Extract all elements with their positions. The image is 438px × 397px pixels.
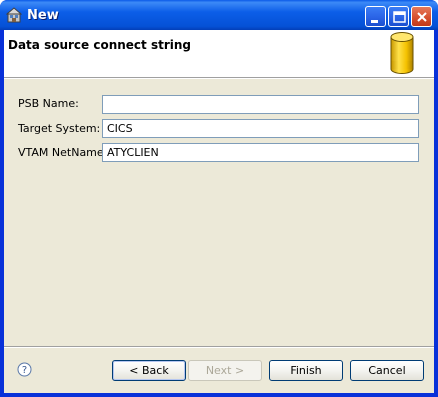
vtam-netname-label: VTAM NetName: [18, 146, 108, 159]
window-title: New [27, 8, 59, 23]
target-system-label: Target System: [18, 122, 101, 135]
wizard-window: New Data source connect string PSB Name:… [0, 0, 438, 397]
psb-name-label: PSB Name: [18, 97, 79, 110]
target-system-field[interactable]: CICS [102, 119, 419, 138]
maximize-icon [393, 11, 406, 23]
vtam-netname-field[interactable]: ATYCLIEN [102, 143, 419, 162]
dialog-client-area: Data source connect string PSB Name: Tar… [4, 30, 434, 393]
cancel-button[interactable]: Cancel [350, 360, 424, 381]
close-icon [417, 12, 427, 22]
page-title: Data source connect string [8, 38, 191, 52]
close-button[interactable] [411, 6, 432, 27]
psb-name-field[interactable] [102, 95, 419, 114]
back-button[interactable]: < Back [112, 360, 186, 381]
svg-text:?: ? [22, 365, 27, 376]
help-icon[interactable]: ? [17, 362, 32, 377]
finish-button[interactable]: Finish [269, 360, 343, 381]
minimize-icon [371, 20, 378, 23]
title-bar[interactable]: New [0, 0, 438, 30]
wizard-app-icon [5, 7, 23, 23]
minimize-button[interactable] [365, 6, 386, 27]
database-cylinder-icon [390, 31, 414, 75]
maximize-button[interactable] [388, 6, 409, 27]
next-button[interactable]: Next > [188, 360, 262, 381]
wizard-header: Data source connect string [4, 30, 434, 77]
